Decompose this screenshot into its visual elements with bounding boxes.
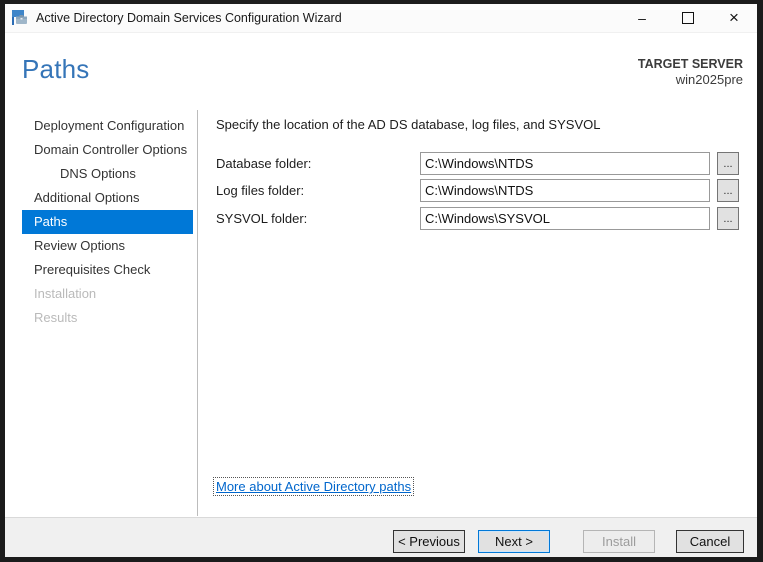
sidebar-item-paths[interactable]: Paths: [22, 210, 193, 234]
sidebar-item-results: Results: [34, 310, 78, 325]
button-bar: < Previous Next > Install Cancel: [5, 517, 757, 557]
log-files-folder-label: Log files folder:: [216, 183, 305, 198]
target-server-label: TARGET SERVER: [637, 57, 743, 71]
previous-button[interactable]: < Previous: [393, 530, 465, 553]
sysvol-folder-browse-button[interactable]: ...: [717, 207, 739, 230]
wizard-steps-sidebar: Deployment Configuration Domain Controll…: [22, 114, 193, 330]
database-folder-input[interactable]: [420, 152, 710, 175]
app-icon: [12, 10, 27, 25]
sidebar-item-dns-options[interactable]: DNS Options: [22, 162, 193, 186]
next-button[interactable]: Next >: [478, 530, 550, 553]
maximize-button[interactable]: [665, 4, 711, 32]
install-button[interactable]: Install: [583, 530, 655, 553]
close-button[interactable]: ×: [711, 4, 757, 32]
sysvol-folder-label: SYSVOL folder:: [216, 211, 308, 226]
more-about-paths-link[interactable]: More about Active Directory paths: [212, 477, 415, 496]
instruction-text: Specify the location of the AD DS databa…: [216, 117, 601, 132]
log-files-folder-input[interactable]: [420, 179, 710, 202]
window-title: Active Directory Domain Services Configu…: [36, 11, 342, 25]
sidebar-item-installation: Installation: [34, 286, 97, 301]
page-title: Paths: [22, 54, 90, 84]
wizard-window: Active Directory Domain Services Configu…: [5, 4, 757, 557]
minimize-icon: –: [638, 10, 646, 26]
window-frame: Active Directory Domain Services Configu…: [0, 0, 763, 562]
log-files-folder-browse-button[interactable]: ...: [717, 179, 739, 202]
sysvol-folder-input[interactable]: [420, 207, 710, 230]
minimize-button[interactable]: –: [619, 4, 665, 32]
title-bar[interactable]: Active Directory Domain Services Configu…: [5, 4, 757, 33]
sidebar-item-review-options[interactable]: Review Options: [22, 234, 193, 258]
target-server-block: TARGET SERVER win2025pre: [638, 56, 743, 88]
sidebar-item-additional-options[interactable]: Additional Options: [22, 186, 193, 210]
sidebar-divider: [197, 110, 198, 516]
maximize-icon: [682, 12, 694, 24]
sidebar-item-deployment-configuration[interactable]: Deployment Configuration: [22, 114, 193, 138]
sidebar-item-domain-controller-options[interactable]: Domain Controller Options: [22, 138, 193, 162]
database-folder-label: Database folder:: [216, 156, 312, 171]
database-folder-browse-button[interactable]: ...: [717, 152, 739, 175]
target-server-name: win2025pre: [675, 72, 743, 87]
cancel-button[interactable]: Cancel: [676, 530, 744, 553]
close-icon: ×: [729, 8, 739, 27]
sidebar-item-prerequisites-check[interactable]: Prerequisites Check: [22, 258, 193, 282]
